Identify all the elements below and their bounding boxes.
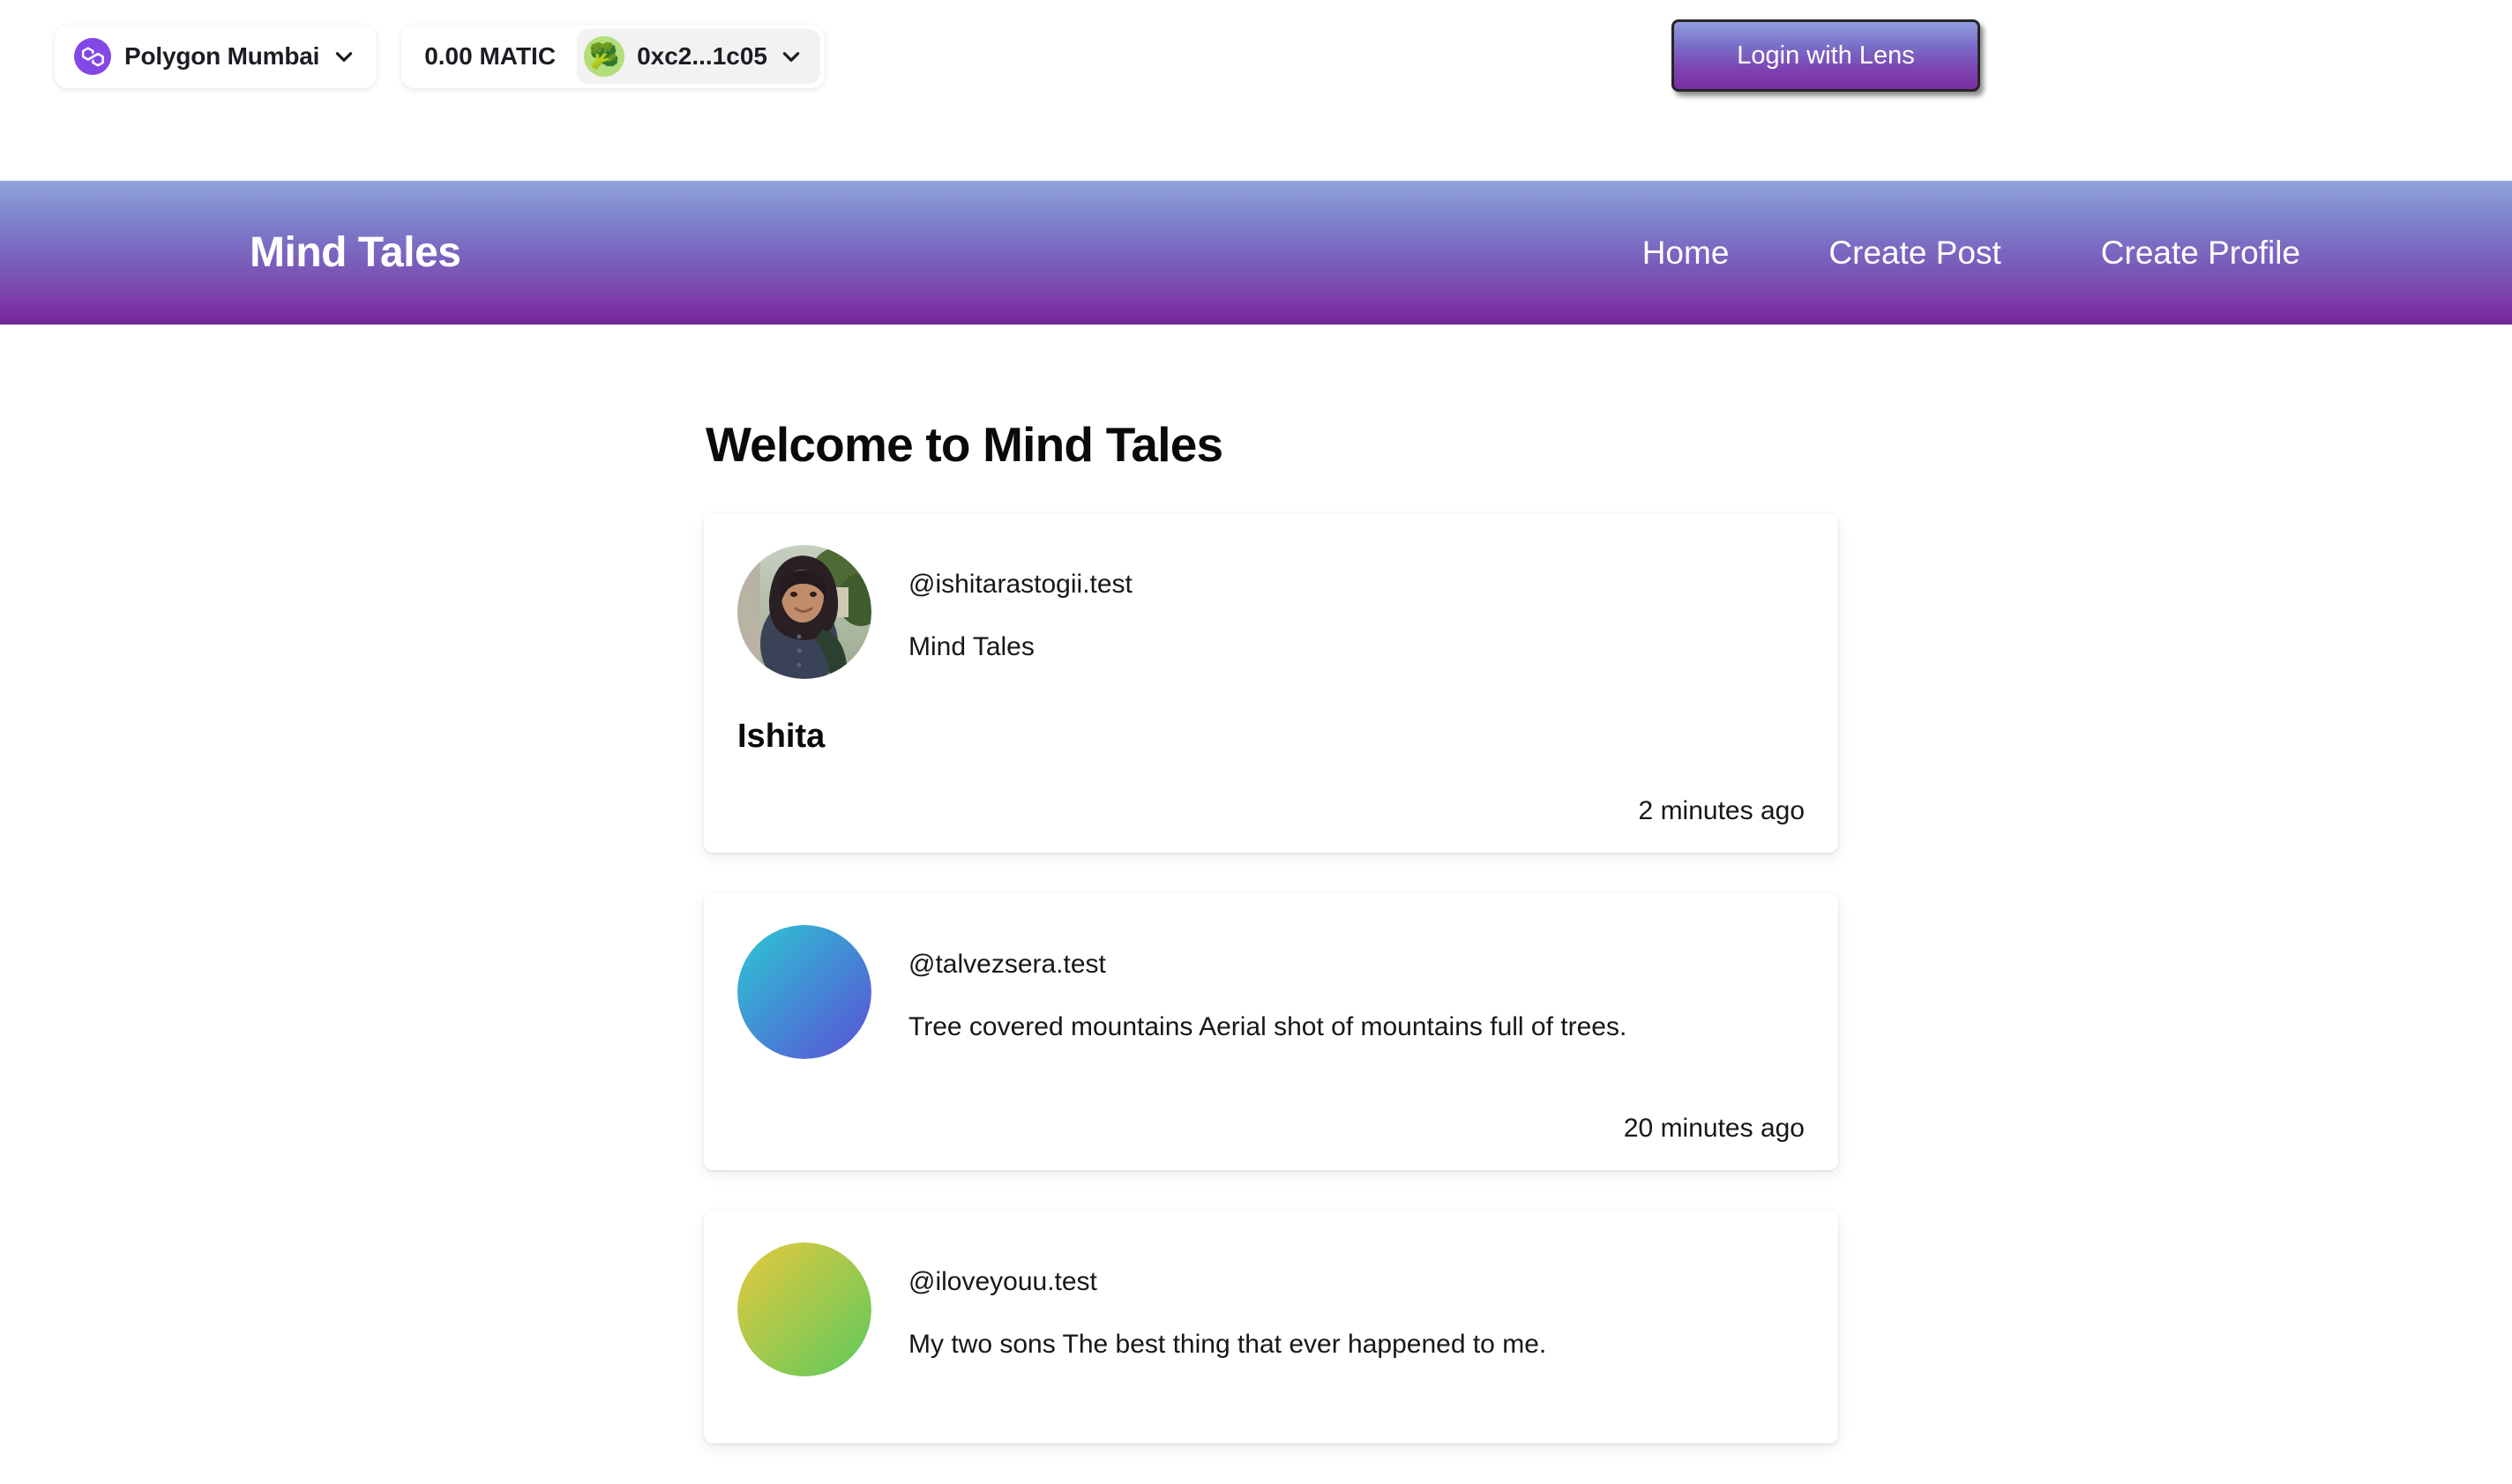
wallet-widget: Polygon Mumbai 0.00 MATIC 🥦 0xc2...1c05	[55, 25, 825, 88]
broccoli-avatar-icon: 🥦	[584, 36, 625, 77]
post-card[interactable]: @ishitarastogii.test Mind Tales Ishita 2…	[704, 513, 1838, 853]
avatar	[737, 925, 871, 1059]
main-navbar: Mind Tales Home Create Post Create Profi…	[0, 181, 2512, 324]
brand-title[interactable]: Mind Tales	[250, 228, 461, 277]
avatar	[737, 545, 871, 679]
wallet-balance: 0.00 MATIC	[424, 42, 557, 70]
post-feed: @ishitarastogii.test Mind Tales Ishita 2…	[704, 513, 1838, 1484]
network-label: Polygon Mumbai	[124, 42, 320, 70]
page-title: Welcome to Mind Tales	[706, 417, 1223, 472]
post-title: Ishita	[737, 718, 826, 755]
post-handle[interactable]: @iloveyouu.test	[908, 1267, 1546, 1297]
account-address-button[interactable]: 🥦 0xc2...1c05	[577, 29, 820, 84]
chevron-down-icon	[780, 45, 803, 68]
login-with-lens-button[interactable]: Login with Lens	[1671, 19, 1980, 92]
post-card[interactable]: @talvezsera.test Tree covered mountains …	[704, 893, 1838, 1170]
post-timestamp: 20 minutes ago	[1623, 1114, 1805, 1143]
post-body: My two sons The best thing that ever hap…	[908, 1330, 1547, 1359]
post-meta: @talvezsera.test Tree covered mountains …	[908, 925, 1626, 1044]
post-meta: @ishitarastogii.test Mind Tales	[908, 545, 1133, 664]
chevron-down-icon	[333, 45, 355, 68]
main-content: Welcome to Mind Tales @ishitarastogii.te…	[0, 324, 2512, 1443]
post-card[interactable]: @iloveyouu.test My two sons The best thi…	[704, 1211, 1838, 1443]
post-body: Tree covered mountains Aerial shot of mo…	[908, 1012, 1627, 1041]
post-header: @iloveyouu.test My two sons The best thi…	[737, 1242, 1805, 1376]
top-wallet-bar: Polygon Mumbai 0.00 MATIC 🥦 0xc2...1c05 …	[0, 0, 2512, 168]
nav-links: Home Create Post Create Profile	[1642, 235, 2300, 272]
post-timestamp: 2 minutes ago	[1638, 796, 1805, 825]
nav-link-home[interactable]: Home	[1642, 235, 1730, 272]
post-header: @ishitarastogii.test Mind Tales	[737, 545, 1805, 679]
nav-link-create-post[interactable]: Create Post	[1828, 235, 2000, 272]
account-address-label: 0xc2...1c05	[637, 42, 767, 70]
post-meta: @iloveyouu.test My two sons The best thi…	[908, 1242, 1546, 1361]
post-handle[interactable]: @talvezsera.test	[908, 950, 1626, 980]
account-chip[interactable]: 0.00 MATIC 🥦 0xc2...1c05	[401, 25, 825, 88]
network-selector-button[interactable]: Polygon Mumbai	[55, 25, 378, 88]
avatar	[737, 1242, 871, 1376]
post-handle[interactable]: @ishitarastogii.test	[908, 570, 1133, 600]
nav-link-create-profile[interactable]: Create Profile	[2101, 235, 2300, 272]
post-header: @talvezsera.test Tree covered mountains …	[737, 925, 1805, 1059]
post-body: Mind Tales	[908, 632, 1035, 661]
polygon-icon	[74, 38, 111, 75]
